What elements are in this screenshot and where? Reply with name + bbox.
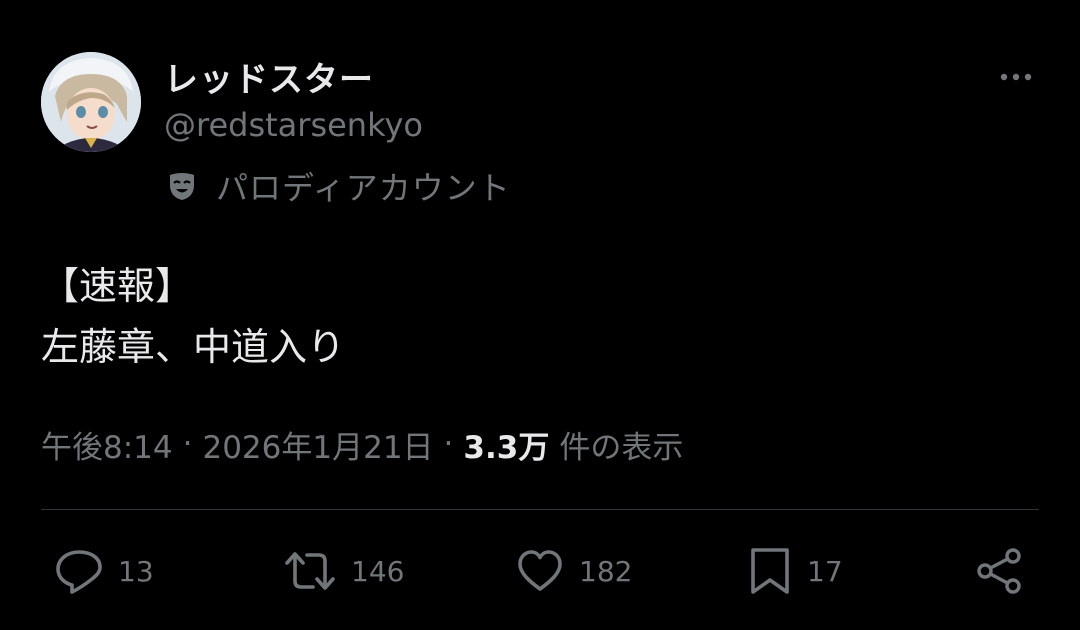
more-options-button[interactable] — [996, 62, 1036, 92]
tweet-text: 【速報】 左藤章、中道入り — [41, 256, 345, 378]
bookmark-count: 17 — [807, 554, 843, 588]
meta-separator: · — [443, 426, 454, 462]
more-horizontal-icon — [1000, 73, 1032, 81]
tweet-time[interactable]: 午後8:14 — [41, 422, 173, 467]
tweet-meta: 午後8:14 · 2026年1月21日 · 3.3万 件の表示 — [41, 422, 683, 466]
divider — [41, 509, 1039, 510]
reply-icon — [56, 550, 102, 594]
user-handle[interactable]: @redstarsenkyo — [164, 106, 423, 144]
retweet-icon — [285, 552, 335, 590]
reply-count: 13 — [118, 554, 154, 588]
parody-account-label: パロディアカウント — [166, 166, 511, 207]
retweet-count: 146 — [351, 554, 405, 588]
heart-icon — [518, 550, 562, 591]
reply-button[interactable]: 13 — [54, 546, 154, 596]
like-button[interactable]: 182 — [515, 546, 632, 596]
tweet-text-line: 【速報】 — [41, 264, 194, 308]
tweet-date[interactable]: 2026年1月21日 — [202, 422, 433, 467]
retweet-button[interactable]: 146 — [283, 546, 404, 596]
like-count: 182 — [579, 554, 633, 588]
parody-label: パロディアカウント — [216, 169, 511, 207]
bookmark-button[interactable]: 17 — [747, 546, 843, 596]
avatar-illustration — [41, 52, 141, 152]
share-button[interactable] — [974, 546, 1024, 596]
tweet-text-line: 左藤章、中道入り — [41, 325, 346, 369]
meta-separator: · — [182, 426, 193, 462]
display-name[interactable]: レッドスター — [164, 52, 374, 101]
view-count-label: 件の表示 — [559, 429, 684, 466]
avatar[interactable] — [41, 52, 141, 152]
theater-mask-icon — [170, 173, 194, 200]
view-count[interactable]: 3.3万 — [463, 422, 549, 467]
share-icon — [977, 548, 1021, 594]
bookmark-icon — [751, 548, 789, 594]
